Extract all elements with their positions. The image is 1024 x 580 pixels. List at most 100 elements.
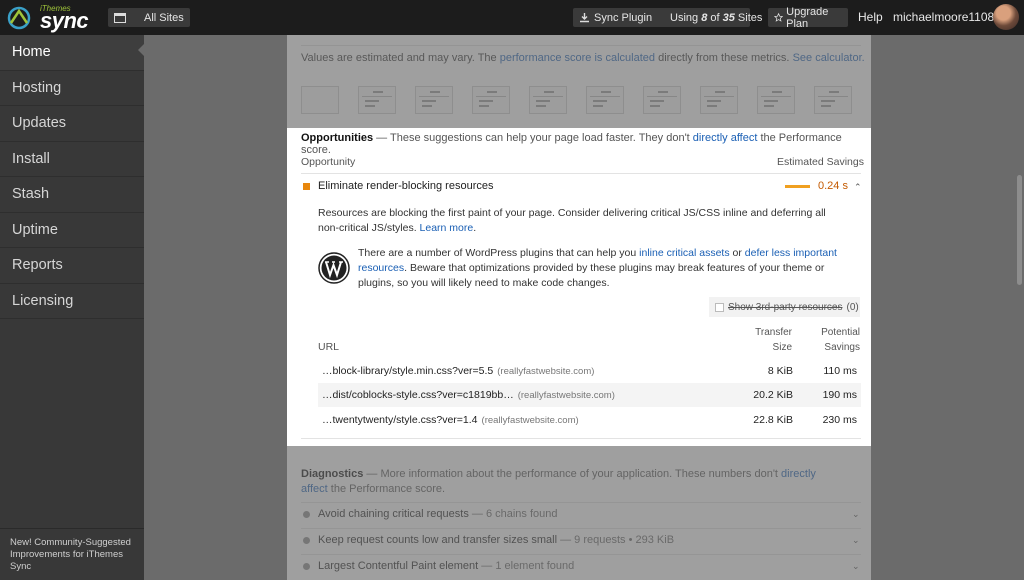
opportunity-column-header: Opportunity <box>301 156 356 168</box>
sidebar-item-reports[interactable]: Reports <box>0 248 144 284</box>
third-party-filter[interactable]: Show 3rd-party resources (0) <box>709 297 860 317</box>
divider <box>301 502 861 503</box>
filmstrip-frame <box>586 86 624 114</box>
usage-total: 35 <box>722 11 735 24</box>
upgrade-plan-button[interactable]: Upgrade Plan <box>768 5 848 30</box>
sync-logo-icon <box>7 6 31 30</box>
transfer-size: 8 KiB <box>767 365 793 377</box>
filmstrip-frame <box>301 86 339 114</box>
filmstrip-frame <box>358 86 396 114</box>
lighthouse-report: Values are estimated and may vary. The p… <box>287 35 871 580</box>
sidebar-footer-link[interactable]: New! Community-Suggested Improvements fo… <box>0 528 144 580</box>
wp-text: . Beware that optimizations provided by … <box>358 262 825 289</box>
chevron-down-icon[interactable]: ⌄ <box>852 561 860 572</box>
sidebar-item-label: Reports <box>12 257 63 274</box>
wp-text: or <box>729 247 745 259</box>
directly-affect-link[interactable]: directly affect <box>693 132 758 144</box>
header-line: Transfer <box>755 327 792 338</box>
sidebar-item-hosting[interactable]: Hosting <box>0 71 144 106</box>
resource-url[interactable]: …dist/coblocks-style.css?ver=c1819bb… <box>322 389 514 401</box>
sidebar-item-stash[interactable]: Stash <box>0 177 144 213</box>
sidebar-item-label: Uptime <box>12 221 58 238</box>
window-icon <box>114 12 126 23</box>
filmstrip-frame <box>415 86 453 114</box>
warning-square-icon <box>303 183 310 190</box>
wordpress-stack-pack: There are a number of WordPress plugins … <box>358 246 848 291</box>
resource-host: (reallyfastwebsite.com) <box>481 415 579 426</box>
filmstrip-frame <box>529 86 567 114</box>
diagnostics-title: Diagnostics <box>301 468 364 480</box>
avatar[interactable] <box>993 4 1019 30</box>
usage-prefix: Using <box>670 11 702 24</box>
audit-savings: 0.24 s <box>818 180 848 192</box>
diagnostic-detail: — 6 chains found <box>468 508 558 520</box>
username[interactable]: michaelmoore1108 <box>893 10 994 24</box>
resource-url[interactable]: …block-library/style.min.css?ver=5.5 <box>322 365 493 377</box>
diagnostics-subtitle: — More information about the performance… <box>363 468 782 480</box>
chevron-down-icon[interactable]: ⌄ <box>852 509 860 520</box>
chevron-up-icon[interactable]: ⌃ <box>854 182 862 193</box>
sidebar-item-uptime[interactable]: Uptime <box>0 213 144 248</box>
see-calculator-link[interactable]: See calculator. <box>793 52 865 64</box>
third-party-count: (0) <box>846 301 859 313</box>
sync-plugin-button[interactable]: Sync Plugin <box>573 8 670 27</box>
chevron-down-icon[interactable]: ⌄ <box>852 535 860 546</box>
usage-mid: of <box>707 11 723 24</box>
diagnostic-detail: — 1 element found <box>478 560 575 572</box>
status-dot-icon <box>303 511 310 518</box>
filmstrip <box>301 86 861 114</box>
sidebar-item-licensing[interactable]: Licensing <box>0 284 144 319</box>
diagnostic-item[interactable]: Avoid chaining critical requests — 6 cha… <box>301 505 861 527</box>
diagnostic-item[interactable]: Largest Contentful Paint element — 1 ele… <box>301 557 861 579</box>
sidebar-item-home[interactable]: Home <box>0 35 144 71</box>
metrics-note-text: Values are estimated and may vary. The <box>301 52 500 64</box>
top-bar: iThemes sync All Sites Sync Plugin Using… <box>0 0 1024 35</box>
divider <box>301 554 861 555</box>
diagnostic-detail: — 9 requests • 293 KiB <box>557 534 675 546</box>
transfer-size: 22.8 KiB <box>753 414 793 426</box>
upgrade-plan-label: Upgrade Plan <box>786 5 829 30</box>
all-sites-button[interactable]: All Sites <box>108 8 190 27</box>
audit-description-text: Resources are blocking the first paint o… <box>318 207 826 234</box>
inline-critical-assets-link[interactable]: inline critical assets <box>639 247 729 259</box>
sidebar-item-label: Licensing <box>12 292 74 309</box>
diagnostic-item[interactable]: Keep request counts low and transfer siz… <box>301 531 861 553</box>
help-link[interactable]: Help <box>858 10 883 24</box>
sidebar-item-label: Hosting <box>12 79 62 96</box>
ithemes-sync-logo[interactable]: iThemes sync <box>6 2 89 33</box>
filmstrip-frame <box>757 86 795 114</box>
sidebar-item-label: Stash <box>12 186 50 203</box>
diagnostic-label: Largest Contentful Paint element <box>318 560 479 572</box>
resource-url[interactable]: …twentytwenty/style.css?ver=1.4 <box>322 414 478 426</box>
divider <box>301 438 861 439</box>
sidebar-item-updates[interactable]: Updates <box>0 106 144 142</box>
audit-description: Resources are blocking the first paint o… <box>318 206 848 236</box>
transfer-size: 20.2 KiB <box>753 389 793 401</box>
header-line: Size <box>772 342 792 353</box>
sidebar-item-label: Home <box>12 44 51 61</box>
audit-title: Eliminate render-blocking resources <box>318 180 494 192</box>
diagnostic-label: Keep request counts low and transfer siz… <box>318 534 558 546</box>
sync-plugin-label: Sync Plugin <box>594 11 653 24</box>
divider <box>301 528 861 529</box>
wordpress-icon <box>318 252 350 284</box>
metrics-note-text: directly from these metrics. <box>655 52 793 64</box>
sidebar-item-install[interactable]: Install <box>0 142 144 177</box>
audit-render-blocking[interactable]: Eliminate render-blocking resources 0.24… <box>301 179 862 197</box>
site-usage-button[interactable]: Using 8 of 35 Sites <box>664 8 762 27</box>
resource-host: (reallyfastwebsite.com) <box>497 366 595 377</box>
sidebar: Home Hosting Updates Install Stash Uptim… <box>0 35 145 580</box>
audit-description-end: . <box>473 222 477 234</box>
savings-bar <box>785 185 810 188</box>
table-row: …block-library/style.min.css?ver=5.5 (rea… <box>318 359 861 383</box>
wp-text: There are a number of WordPress plugins … <box>358 247 640 259</box>
all-sites-label: All Sites <box>144 11 184 24</box>
third-party-checkbox[interactable] <box>715 302 724 312</box>
third-party-label: Show 3rd-party resources <box>728 301 843 313</box>
table-row: …dist/coblocks-style.css?ver=c1819bb… (re… <box>318 383 861 407</box>
page-scrollbar[interactable] <box>1017 175 1022 285</box>
sidebar-item-label: Install <box>12 150 50 167</box>
learn-more-link[interactable]: Learn more <box>420 222 474 234</box>
table-row: …twentytwenty/style.css?ver=1.4 (reallyfa… <box>318 408 861 432</box>
score-calculated-link[interactable]: performance score is calculated <box>500 52 655 64</box>
